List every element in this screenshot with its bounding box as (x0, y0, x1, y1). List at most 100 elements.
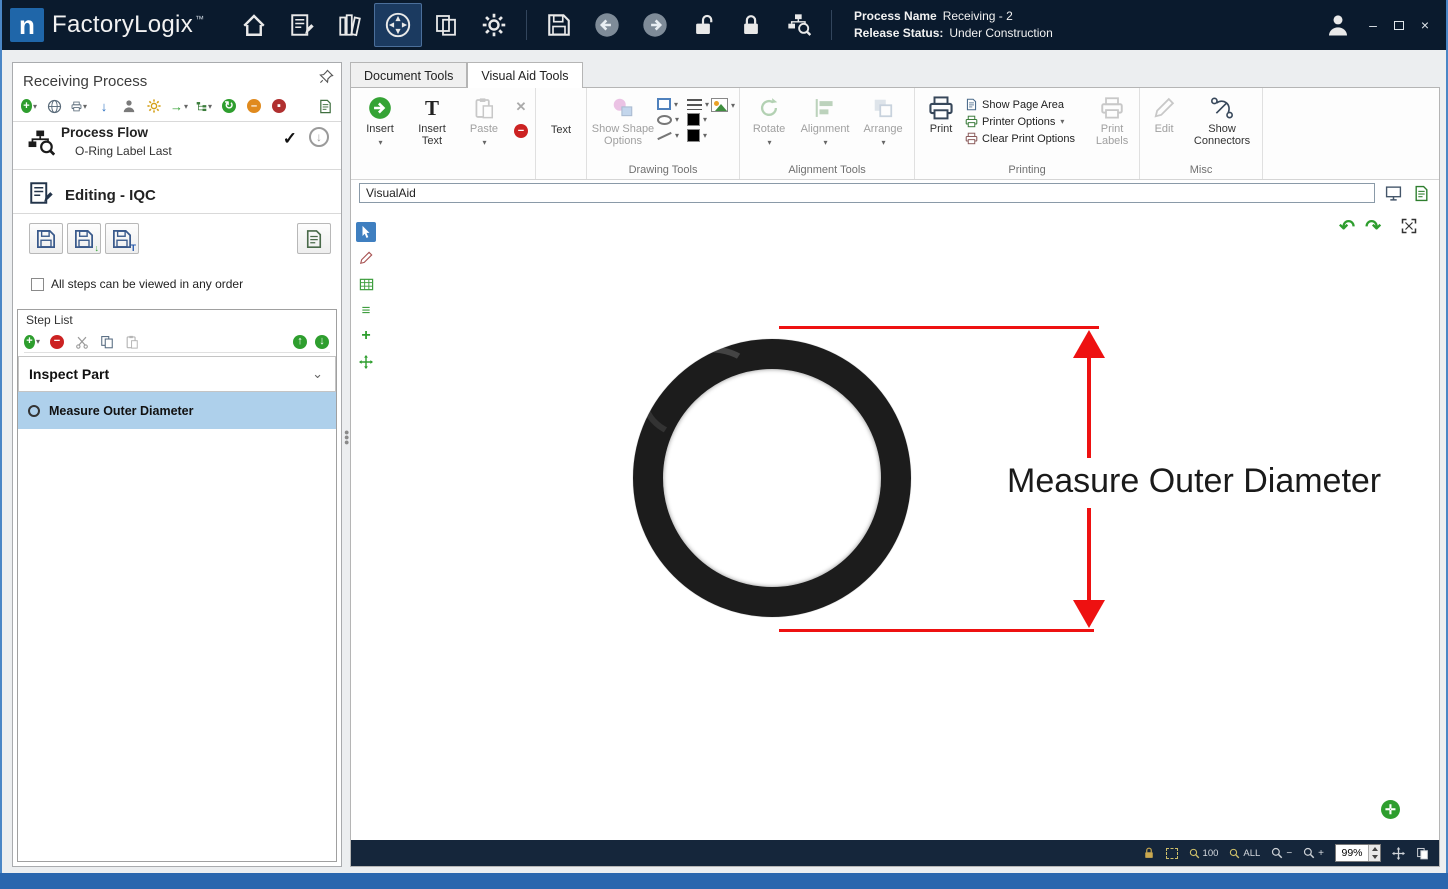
list-tool[interactable]: ≡ (356, 300, 376, 320)
fill-color-picker[interactable]: ▾ (687, 129, 709, 142)
pan-mode-button[interactable] (1392, 847, 1405, 860)
printer-options-button[interactable]: Printer Options▾ (965, 115, 1087, 128)
zoom-100-button[interactable]: 100 (1189, 848, 1219, 859)
add-process-button[interactable]: +▾ (21, 98, 37, 114)
process-tree-button[interactable]: ▾ (196, 98, 212, 114)
documents-button[interactable] (326, 3, 374, 47)
alignment-button[interactable]: Alignment ▾ (796, 90, 854, 164)
stop-button[interactable]: ▪ (271, 98, 287, 114)
zoom-selection-tool[interactable]: + (356, 326, 376, 346)
logout-user-button[interactable] (1316, 5, 1360, 45)
spin-up-icon[interactable] (1369, 845, 1380, 853)
insert-button[interactable]: Insert ▾ (355, 90, 405, 164)
shape-rectangle-button[interactable]: ▾ (657, 98, 679, 110)
edit-description-button[interactable] (297, 223, 331, 254)
release-button[interactable]: ↓ (309, 127, 329, 147)
edit-visual-aid-button[interactable] (1411, 184, 1431, 202)
minimize-button[interactable]: – (1360, 12, 1386, 38)
text-tool-button[interactable]: Text (540, 90, 582, 164)
fullscreen-button[interactable] (1401, 218, 1417, 239)
o-ring-image[interactable] (633, 339, 911, 617)
arrange-button[interactable]: Arrange ▾ (856, 90, 910, 164)
print-labels-button[interactable]: Print Labels (1089, 90, 1135, 164)
select-tool[interactable] (356, 222, 376, 242)
move-step-down-button[interactable]: ↓ (314, 334, 330, 350)
show-connectors-button[interactable]: Show Connectors (1186, 90, 1258, 164)
zoom-in-button[interactable]: + (1303, 847, 1324, 859)
visual-aid-canvas[interactable]: ≡ + ↶ ↷ Measure Outer Diameter ✛ (351, 206, 1439, 840)
line-thickness-button[interactable]: ▾ (687, 98, 709, 110)
shape-ellipse-button[interactable]: ▾ (657, 113, 679, 126)
rotate-button[interactable]: Rotate ▾ (744, 90, 794, 164)
line-color-picker[interactable]: ▾ (687, 113, 709, 126)
shape-line-button[interactable]: ▾ (657, 129, 679, 142)
paste-button[interactable]: Paste ▾ (459, 90, 509, 164)
draw-tool[interactable] (356, 248, 376, 268)
import-button[interactable]: ↓ (96, 98, 112, 114)
delete-shape-button[interactable]: ✕ (511, 98, 531, 116)
panel-splitter[interactable]: ●●● (344, 430, 349, 490)
maximize-button[interactable] (1386, 12, 1412, 38)
process-navigator-button[interactable] (374, 3, 422, 47)
lock-button[interactable] (727, 3, 775, 47)
zoom-out-button[interactable]: − (1271, 847, 1292, 859)
step-list-item-selected[interactable]: Measure Outer Diameter (18, 392, 336, 429)
edit-button[interactable]: Edit (1144, 90, 1184, 164)
annotation-text[interactable]: Measure Outer Diameter (1007, 462, 1381, 501)
process-settings-button[interactable] (146, 98, 162, 114)
copy-step-button[interactable] (99, 334, 115, 350)
insert-text-button[interactable]: T Insert Text (407, 90, 457, 164)
dimension-line-top[interactable] (779, 326, 1099, 329)
close-button[interactable]: × (1412, 12, 1438, 38)
process-search-button[interactable] (775, 3, 823, 47)
zoom-level-spinner[interactable]: 99% (1335, 844, 1381, 862)
paste-step-button[interactable] (124, 334, 140, 350)
assign-user-button[interactable] (121, 98, 137, 114)
insert-image-button[interactable]: ▾ (711, 98, 735, 112)
pin-panel-button[interactable] (317, 69, 335, 87)
forms-button[interactable] (278, 3, 326, 47)
add-step-button[interactable]: +▾ (24, 334, 40, 350)
import-step-button[interactable]: ↓ (67, 223, 101, 254)
remove-item-button[interactable]: − (511, 122, 531, 140)
pause-button[interactable]: – (246, 98, 262, 114)
tab-document-tools[interactable]: Document Tools (350, 62, 467, 88)
print-process-button[interactable]: ▾ (71, 98, 87, 114)
print-button[interactable]: Print (919, 90, 963, 164)
spin-down-icon[interactable] (1369, 853, 1380, 861)
move-step-up-button[interactable]: ↑ (292, 334, 308, 350)
web-button[interactable] (46, 98, 62, 114)
zoom-all-button[interactable]: ALL (1229, 848, 1260, 859)
remove-step-button[interactable]: − (49, 334, 65, 350)
save-button[interactable] (535, 3, 583, 47)
tab-visual-aid-tools[interactable]: Visual Aid Tools (467, 62, 582, 88)
display-settings-button[interactable] (1383, 184, 1403, 202)
cut-step-button[interactable] (74, 334, 90, 350)
fit-pages-button[interactable] (1416, 847, 1429, 860)
unlock-button[interactable] (679, 3, 727, 47)
export-button[interactable]: →▾ (171, 98, 187, 114)
show-page-area-button[interactable]: Show Page Area (965, 98, 1087, 111)
process-report-button[interactable] (317, 98, 333, 114)
chevron-down-icon[interactable]: ⌄ (312, 366, 323, 382)
show-shape-options-button[interactable]: Show Shape Options (591, 90, 655, 164)
dimension-line-bottom[interactable] (779, 629, 1094, 632)
refresh-button[interactable]: ↻ (221, 98, 237, 114)
back-button[interactable] (583, 3, 631, 47)
undo-button[interactable]: ↶ (1339, 218, 1355, 237)
clear-print-options-button[interactable]: Clear Print Options (965, 132, 1087, 145)
visual-aid-name-input[interactable] (359, 183, 1375, 203)
home-button[interactable] (230, 3, 278, 47)
grid-tool[interactable] (356, 274, 376, 294)
any-order-checkbox[interactable] (31, 278, 44, 291)
redo-button[interactable]: ↷ (1365, 218, 1381, 237)
save-process-button[interactable] (29, 223, 63, 254)
templates-button[interactable] (422, 3, 470, 47)
step-group-header[interactable]: Inspect Part ⌄ (18, 356, 336, 392)
marquee-zoom-button[interactable] (1166, 848, 1178, 859)
lock-zoom-indicator[interactable] (1143, 847, 1155, 859)
pan-tool[interactable] (356, 352, 376, 372)
forward-button[interactable] (631, 3, 679, 47)
save-template-button[interactable]: T (105, 223, 139, 254)
fit-view-button[interactable]: ✛ (1381, 800, 1400, 819)
